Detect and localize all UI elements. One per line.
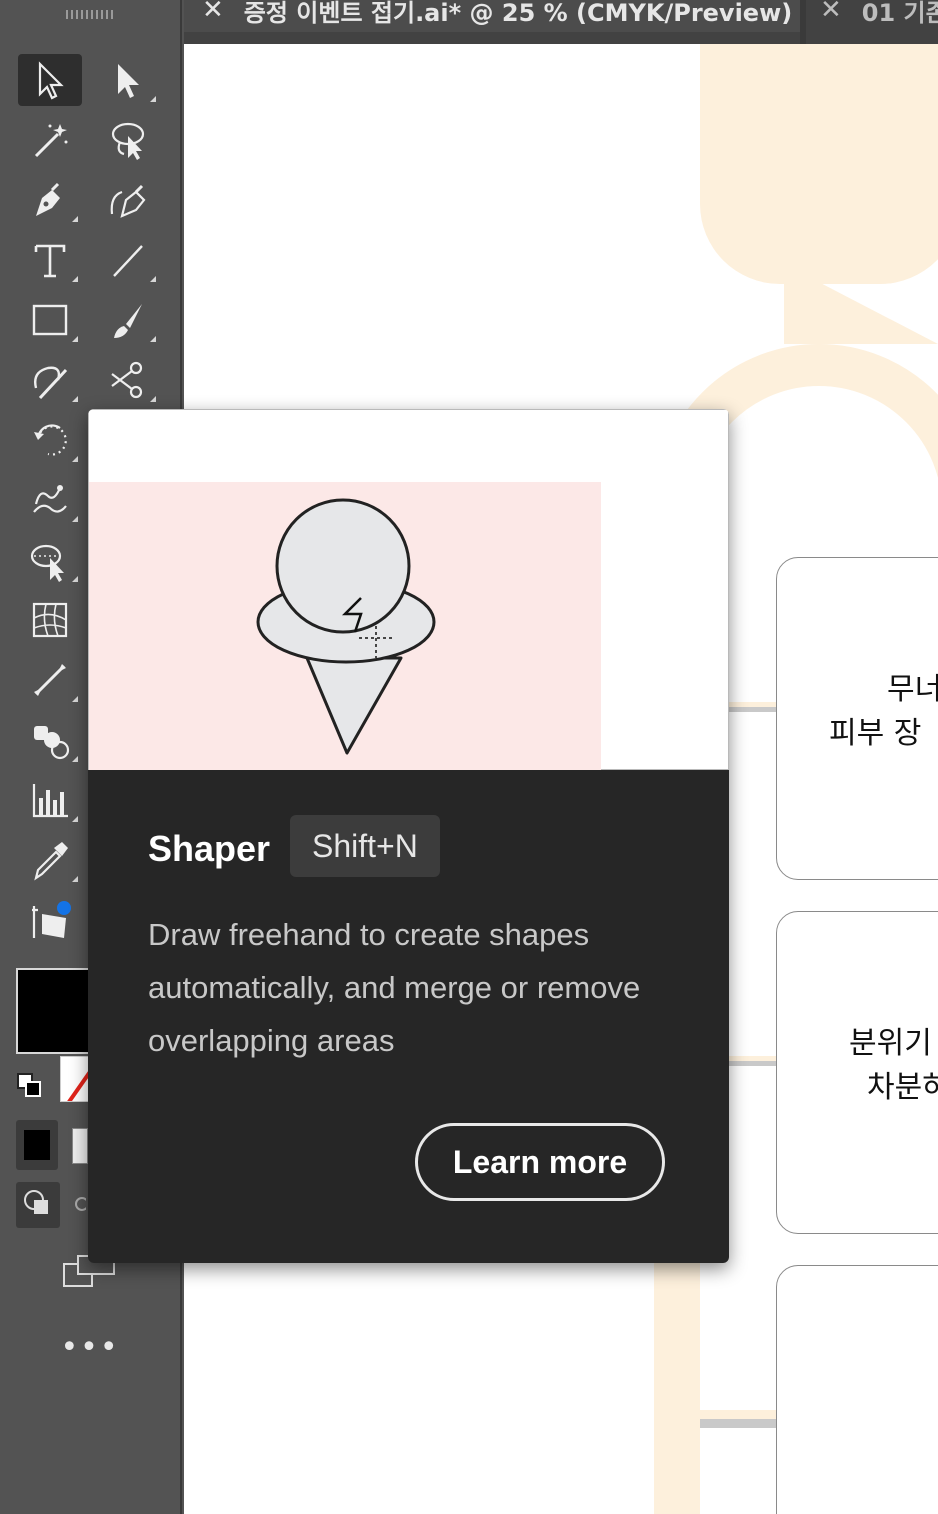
pen-tool[interactable]: [18, 174, 82, 226]
card-text: 무너 피부 장: [829, 668, 938, 756]
free-transform-icon: [30, 544, 64, 582]
mesh-tool[interactable]: [18, 594, 82, 646]
panel-grip[interactable]: [66, 10, 114, 19]
card-line: 피부 장: [829, 716, 922, 751]
type-icon: [34, 244, 66, 278]
close-icon[interactable]: ✕: [820, 0, 842, 25]
tooltip-title: Shaper: [148, 828, 271, 869]
keyboard-shortcut-badge: Shift+N: [290, 815, 440, 877]
magic-wand-icon: [34, 124, 68, 158]
artboard-tool[interactable]: [18, 894, 82, 946]
ice-cream-cone-shaper-icon: [256, 498, 436, 755]
magic-wand-tool[interactable]: [18, 114, 82, 166]
lasso-icon: [111, 122, 145, 160]
selection-tool[interactable]: [18, 54, 82, 106]
curvature-pen-icon: [110, 184, 146, 218]
edit-toolbar-more-button[interactable]: •••: [60, 1328, 120, 1368]
blend-icon: [34, 664, 66, 696]
line-icon: [113, 245, 143, 277]
mesh-icon: [32, 602, 68, 638]
line-segment-tool[interactable]: [96, 234, 160, 286]
direct-selection-tool[interactable]: [96, 54, 160, 106]
shaper-tool-rich-tooltip: Shaper Shift+N Draw freehand to create s…: [88, 409, 729, 1263]
column-graph-tool[interactable]: [18, 774, 82, 826]
pen-icon: [36, 182, 60, 216]
document-tab-title: 01 기존: [861, 0, 938, 27]
fill-color-swatch[interactable]: [16, 968, 92, 1054]
color-mode-icon[interactable]: [16, 1120, 58, 1170]
content-card[interactable]: [776, 1265, 938, 1514]
document-tab-title: 증정 이벤트 접기.ai* @ 25 % (CMYK/Preview): [243, 0, 793, 27]
warp-tool[interactable]: [18, 474, 82, 526]
scissors-tool[interactable]: [96, 354, 160, 406]
selection-arrow-icon: [38, 61, 64, 100]
paintbrush-tool[interactable]: [96, 294, 160, 346]
warp-icon: [33, 485, 67, 513]
card-line: 차분하: [867, 1070, 938, 1105]
document-tab-bar: ✕ 증정 이벤트 접기.ai* @ 25 % (CMYK/Preview) ✕ …: [184, 0, 938, 44]
document-tab-active[interactable]: ✕ 증정 이벤트 접기.ai* @ 25 % (CMYK/Preview): [184, 0, 800, 32]
document-tab-inactive[interactable]: ✕ 01 기존: [806, 0, 938, 32]
default-fill-stroke-icon[interactable]: [16, 1072, 44, 1100]
artwork-connector: [724, 702, 778, 712]
scissors-icon: [111, 361, 143, 399]
column-graph-icon: [32, 784, 68, 818]
color-mode-buttons[interactable]: [16, 1120, 88, 1170]
close-icon[interactable]: ✕: [202, 0, 224, 25]
card-text: 분위기 차분하: [849, 1022, 938, 1110]
stroke-color-swatch[interactable]: [60, 1056, 90, 1102]
blend-tool[interactable]: [18, 654, 82, 706]
direct-selection-arrow-icon: [118, 64, 139, 98]
none-mode-icon[interactable]: [72, 1128, 88, 1164]
content-card[interactable]: 무너 피부 장: [776, 557, 938, 880]
type-tool[interactable]: [18, 234, 82, 286]
free-transform-tool[interactable]: [18, 534, 82, 586]
paintbrush-icon: [114, 304, 142, 338]
shaper-icon: [34, 366, 68, 400]
card-line: 분위기: [849, 1026, 932, 1061]
symbol-sprayer-icon: [34, 726, 70, 760]
rectangle-tool[interactable]: [18, 294, 82, 346]
card-line: 무너: [887, 672, 938, 707]
content-card[interactable]: 분위기 차분하: [776, 911, 938, 1234]
artwork-connector: [724, 1056, 778, 1066]
artwork-peach-column: [654, 1234, 700, 1514]
eyedropper-tool[interactable]: [18, 834, 82, 886]
eyedropper-icon: [34, 842, 68, 881]
rotate-tool[interactable]: [18, 414, 82, 466]
curvature-tool[interactable]: [96, 174, 160, 226]
learn-more-button[interactable]: Learn more: [415, 1123, 665, 1201]
rectangle-icon: [32, 304, 68, 336]
artwork-peach-shape: [700, 44, 938, 284]
shaper-tool[interactable]: [18, 354, 82, 406]
lasso-tool[interactable]: [96, 114, 160, 166]
artwork-connector: [700, 1410, 778, 1428]
artboard-icon: [32, 901, 71, 938]
tooltip-body: Shaper Shift+N Draw freehand to create s…: [88, 770, 729, 1263]
draw-mode-icon[interactable]: [16, 1182, 86, 1228]
tooltip-description: Draw freehand to create shapes automatic…: [148, 917, 641, 1058]
symbol-sprayer-tool[interactable]: [18, 714, 82, 766]
rotate-icon: [34, 424, 67, 456]
tooltip-illustration-area: [88, 409, 729, 771]
